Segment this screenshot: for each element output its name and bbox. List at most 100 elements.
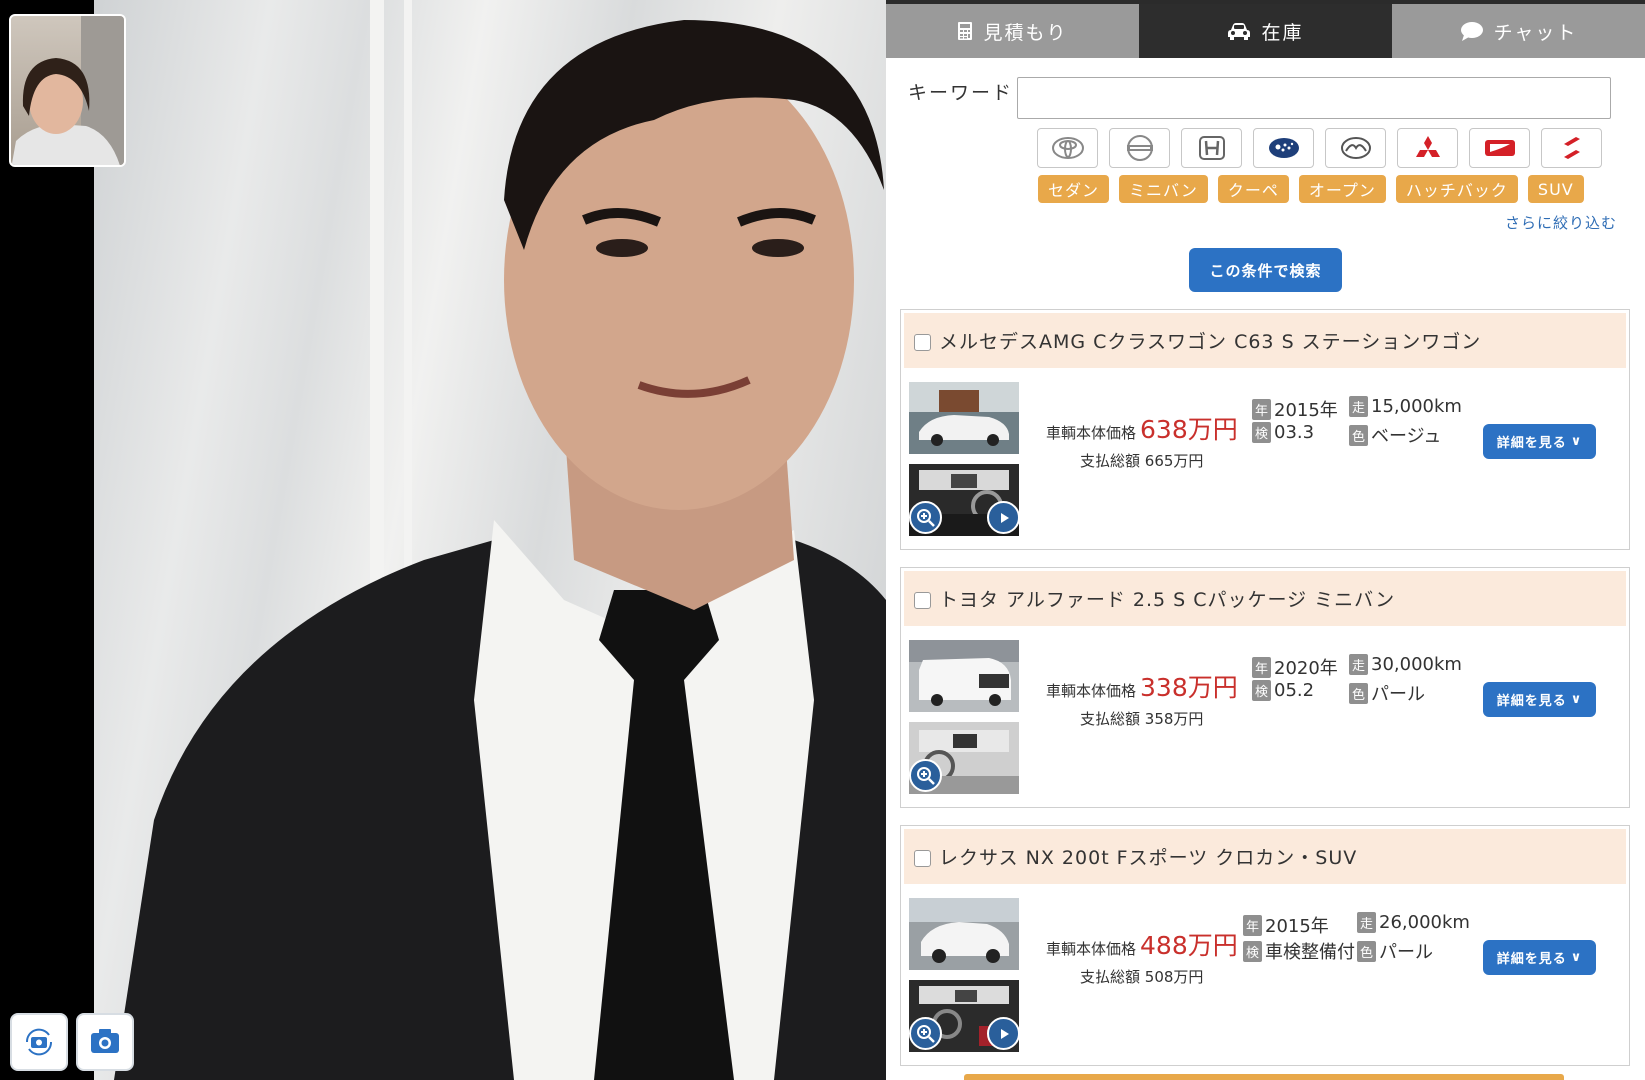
calculator-icon [957, 21, 973, 41]
price-block: 車輌本体価格 638万円 支払総額 665万円 [1046, 410, 1246, 471]
spec-inspection: 検 03.3 [1252, 422, 1314, 443]
tab-chat[interactable]: チャット [1392, 4, 1645, 58]
maker-nissan-button[interactable] [1109, 128, 1170, 168]
body-type-coupe[interactable]: クーペ [1217, 175, 1289, 203]
spec-color: 色パール [1349, 680, 1425, 706]
honda-logo-icon [1198, 136, 1225, 160]
color-tag: 色 [1357, 940, 1376, 962]
spec-year: 年 2015年 [1243, 912, 1329, 938]
total-label: 支払総額 [1080, 452, 1141, 470]
maker-daihatsu-button[interactable] [1469, 128, 1530, 168]
car-exterior-photo[interactable] [909, 640, 1019, 712]
price-block: 車輌本体価格 338万円 支払総額 358万円 [1046, 668, 1246, 729]
mileage-tag: 走 [1349, 654, 1368, 675]
chevron-down-icon: ∨ [1570, 692, 1583, 707]
inspection-value: 車検整備付 [1265, 942, 1355, 963]
switch-camera-button[interactable] [10, 1013, 68, 1071]
spec-mileage: 走 15,000km [1349, 396, 1462, 417]
inspection-tag: 検 [1252, 422, 1271, 443]
maker-mitsubishi-button[interactable] [1397, 128, 1458, 168]
car-card-header: トヨタ アルファード 2.5 S Cパッケージ ミニバン [904, 571, 1626, 626]
suzuki-logo-icon [1563, 137, 1580, 159]
subaru-logo-icon [1268, 138, 1299, 158]
car-list: メルセデスAMG Cクラスワゴン C63 S ステーションワゴン 車輌本体価格 6… [900, 309, 1630, 1080]
daihatsu-logo-icon [1484, 140, 1515, 156]
search-submit-button[interactable]: この条件で検索 [1189, 248, 1342, 292]
maker-honda-button[interactable] [1181, 128, 1242, 168]
body-type-hatchback[interactable]: ハッチバック [1395, 175, 1518, 203]
total-label: 支払総額 [1080, 710, 1141, 728]
tab-inventory[interactable]: 在庫 [1139, 4, 1392, 58]
mileage-tag: 走 [1357, 912, 1376, 933]
maker-subaru-button[interactable] [1253, 128, 1314, 168]
car-select-checkbox[interactable] [914, 334, 931, 351]
car-price: 488万円 [1140, 931, 1238, 960]
spec-mileage: 走 26,000km [1357, 912, 1470, 933]
price-label: 車輌本体価格 [1046, 940, 1137, 958]
camera-capture-button[interactable] [76, 1013, 134, 1071]
tab-label: チャット [1493, 21, 1578, 44]
body-type-open[interactable]: オープン [1298, 175, 1386, 203]
year-tag: 年 [1252, 398, 1271, 420]
car-name: レクサス NX 200t Fスポーツ クロカン・SUV [939, 847, 1358, 869]
view-details-button[interactable]: 詳細を見る ∨ [1483, 424, 1596, 459]
color-value: パール [1371, 684, 1425, 705]
total-price: 665万円 [1144, 452, 1204, 470]
inspection-tag: 検 [1252, 680, 1271, 701]
self-view-participant [11, 16, 124, 165]
zoom-in-icon[interactable] [909, 501, 942, 534]
car-select-checkbox[interactable] [914, 850, 931, 867]
maker-filter [1037, 128, 1602, 168]
year-tag: 年 [1243, 914, 1262, 936]
mileage-value: 26,000km [1379, 912, 1470, 933]
price-block: 車輌本体価格 488万円 支払総額 508万円 [1046, 926, 1246, 987]
body-type-minivan[interactable]: ミニバン [1119, 175, 1208, 203]
play-video-icon[interactable] [987, 1017, 1020, 1050]
car-card-header: メルセデスAMG Cクラスワゴン C63 S ステーションワゴン [904, 313, 1626, 368]
play-video-icon[interactable] [987, 501, 1020, 534]
car-exterior-photo[interactable] [909, 382, 1019, 454]
maker-toyota-button[interactable] [1037, 128, 1098, 168]
car-exterior-photo[interactable] [909, 898, 1019, 970]
inspection-tag: 検 [1243, 940, 1262, 962]
maker-suzuki-button[interactable] [1541, 128, 1602, 168]
spec-year: 年 2015年 [1252, 396, 1338, 422]
body-type-suv[interactable]: SUV [1527, 175, 1584, 203]
spec-inspection: 検 05.2 [1252, 680, 1314, 701]
color-value: ベージュ [1371, 426, 1442, 447]
spec-mileage: 走 30,000km [1349, 654, 1462, 675]
maker-mazda-button[interactable] [1325, 128, 1386, 168]
price-label: 車輌本体価格 [1046, 682, 1137, 700]
view-details-label: 詳細を見る [1496, 952, 1567, 967]
chevron-down-icon: ∨ [1570, 434, 1583, 449]
mileage-tag: 走 [1349, 396, 1368, 417]
inventory-panel: 見積もり 在庫 チャット キーワード セダン ミニバン クーペ オープン ハッチ… [886, 0, 1645, 1080]
next-card-edge [964, 1074, 1564, 1080]
view-details-button[interactable]: 詳細を見る ∨ [1483, 940, 1596, 975]
view-details-button[interactable]: 詳細を見る ∨ [1483, 682, 1596, 717]
total-price: 358万円 [1144, 710, 1204, 728]
year-tag: 年 [1252, 656, 1271, 678]
price-label: 車輌本体価格 [1046, 424, 1137, 442]
car-select-checkbox[interactable] [914, 592, 931, 609]
chat-bubble-icon [1460, 21, 1484, 41]
body-type-filter: セダン ミニバン クーペ オープン ハッチバック SUV [1038, 175, 1584, 203]
camera-icon [91, 1029, 119, 1053]
body-type-sedan[interactable]: セダン [1038, 175, 1110, 203]
toyota-logo-icon [1051, 137, 1084, 159]
keyword-input[interactable] [1017, 77, 1611, 119]
self-view-thumbnail[interactable] [9, 14, 126, 167]
spec-color: 色ベージュ [1349, 422, 1441, 448]
color-tag: 色 [1349, 424, 1368, 446]
tab-estimate[interactable]: 見積もり [886, 4, 1139, 58]
mazda-logo-icon [1340, 137, 1371, 159]
zoom-in-icon[interactable] [909, 1017, 942, 1050]
zoom-in-icon[interactable] [909, 759, 942, 792]
car-price: 638万円 [1140, 415, 1238, 444]
view-details-label: 詳細を見る [1496, 436, 1567, 451]
car-card: トヨタ アルファード 2.5 S Cパッケージ ミニバン 車輌本体価格 338万円… [900, 567, 1630, 808]
video-call-area [0, 0, 886, 1080]
tab-label: 見積もり [983, 21, 1068, 44]
keyword-row: キーワード [908, 77, 1611, 119]
more-filters-link[interactable]: さらに絞り込む [1505, 212, 1617, 233]
